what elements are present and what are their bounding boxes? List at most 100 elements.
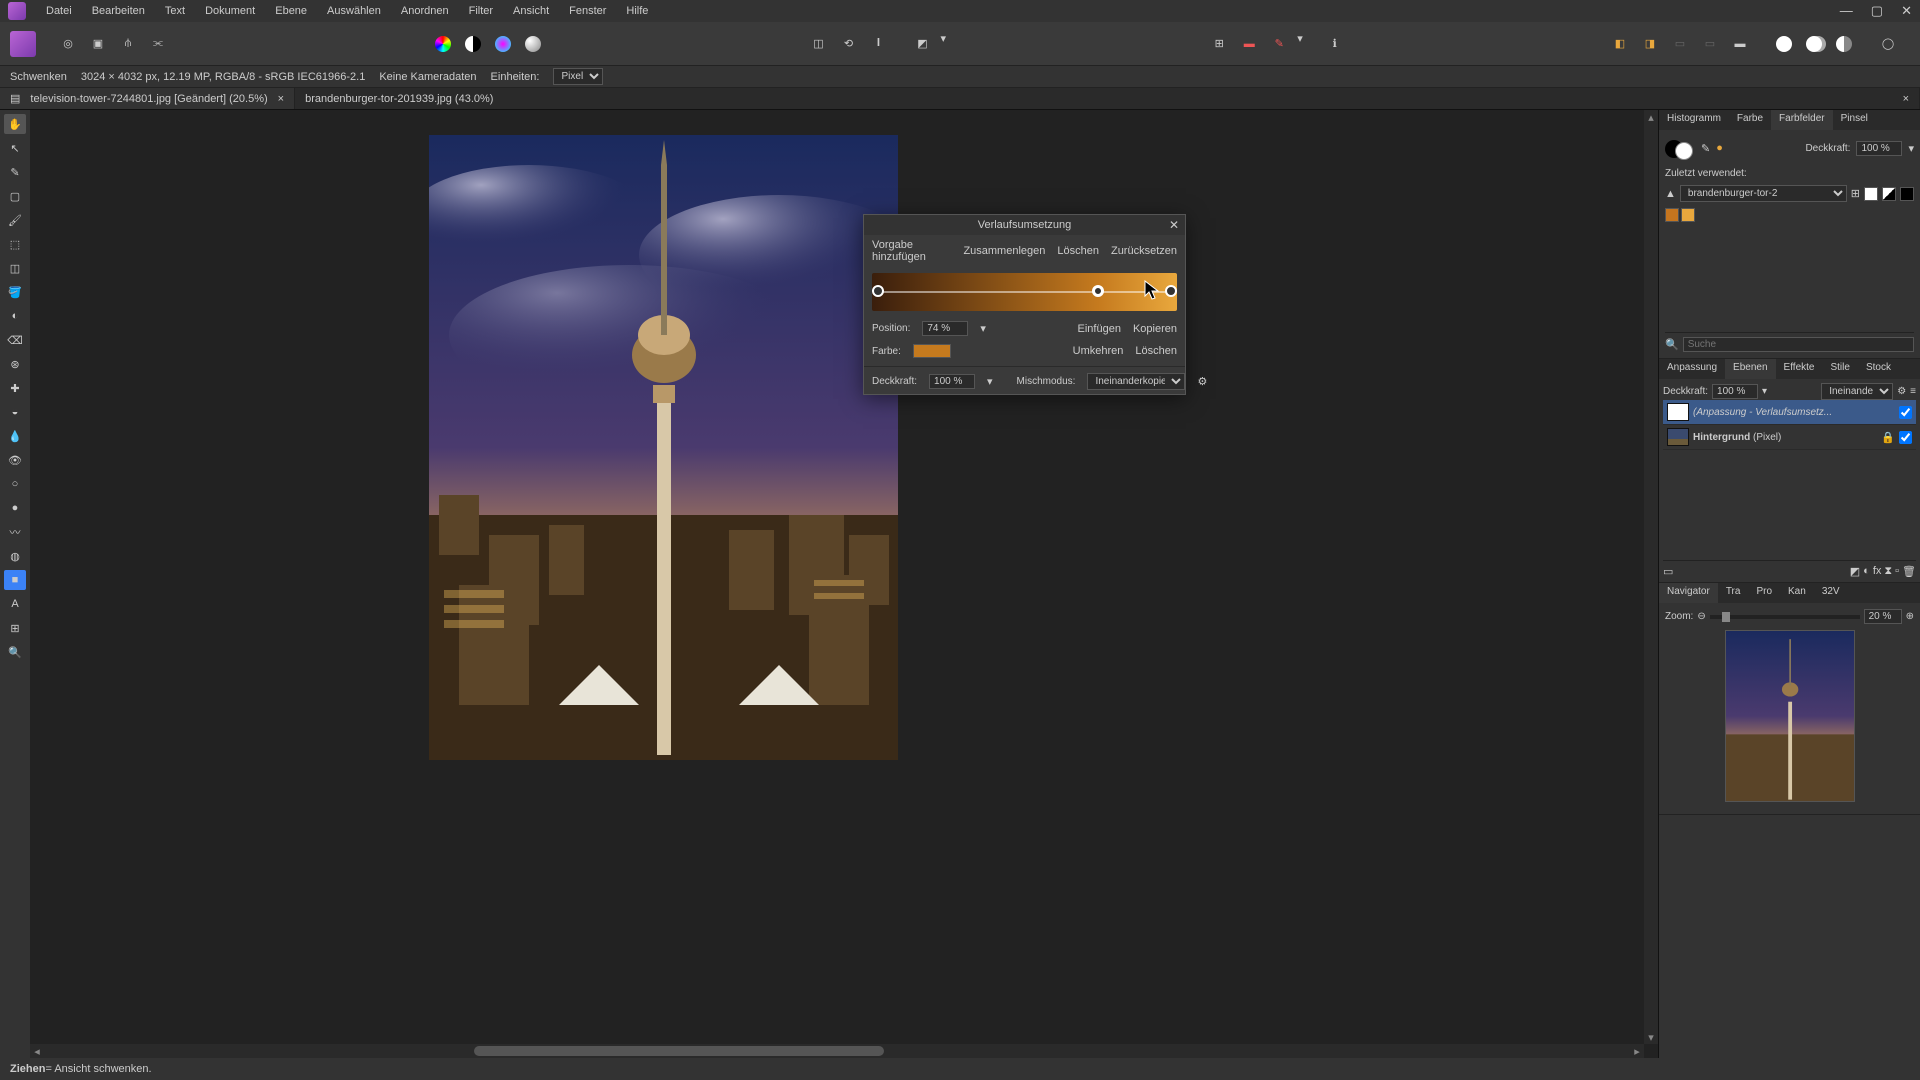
dodge-tool-icon[interactable]: ○: [4, 474, 26, 494]
minimize-icon[interactable]: —: [1840, 3, 1853, 19]
dropdown-icon[interactable]: ▾: [987, 375, 993, 388]
swatch-item[interactable]: [1665, 208, 1679, 222]
layer-group-icon[interactable]: ▭: [1663, 565, 1673, 578]
menu-text[interactable]: Text: [155, 5, 195, 17]
dialog-titlebar[interactable]: Verlaufsumsetzung ✕: [864, 215, 1185, 235]
dropdown-icon[interactable]: ▾: [1908, 142, 1914, 155]
info-icon[interactable]: ℹ: [1323, 32, 1347, 56]
layer-adjustment-gradient[interactable]: (Anpassung - Verlaufsumsetz...: [1663, 400, 1916, 425]
cube-icon[interactable]: ▣: [86, 32, 110, 56]
clone-tool-icon[interactable]: ⊛: [4, 354, 26, 374]
delete-button[interactable]: Löschen: [1057, 245, 1099, 257]
tab-channels[interactable]: Kan: [1780, 583, 1814, 603]
dropdown-icon[interactable]: ▾: [980, 322, 986, 335]
gradient-map-dialog[interactable]: Verlaufsumsetzung ✕ Vorgabe hinzufügen Z…: [863, 214, 1186, 395]
dialog-opacity-input[interactable]: [929, 374, 975, 389]
gear-icon[interactable]: ⚙: [1197, 375, 1207, 388]
insert-button[interactable]: Einfügen: [1078, 323, 1121, 335]
swatch-item[interactable]: [1681, 208, 1695, 222]
copy-button[interactable]: Kopieren: [1133, 323, 1177, 335]
layer-visible-checkbox[interactable]: [1899, 431, 1912, 444]
sphere-icon[interactable]: [521, 32, 545, 56]
gradient-editor[interactable]: [872, 273, 1177, 311]
tab-histogramm[interactable]: Histogramm: [1659, 110, 1729, 130]
gear-icon[interactable]: ⚙: [1897, 386, 1906, 397]
tab-transform[interactable]: Tra: [1718, 583, 1749, 603]
mesh-tool-icon[interactable]: ⊞: [4, 618, 26, 638]
hue-icon[interactable]: [491, 32, 515, 56]
scroll-right-icon[interactable]: ▸: [1630, 1044, 1644, 1058]
swatch-black[interactable]: [1900, 187, 1914, 201]
tab-farbe[interactable]: Farbe: [1729, 110, 1771, 130]
crop-tool-icon[interactable]: ▢: [4, 186, 26, 206]
sponge-tool-icon[interactable]: ◍: [4, 546, 26, 566]
merge-button[interactable]: Zusammenlegen: [963, 245, 1045, 257]
tab-close-icon[interactable]: ×: [278, 93, 284, 105]
adjustment-icon[interactable]: ◐: [1863, 565, 1870, 578]
grid-icon[interactable]: ⊞: [1207, 32, 1231, 56]
pan-tool-icon[interactable]: ✋: [4, 114, 26, 134]
swatch-overlap-icon[interactable]: [1802, 32, 1826, 56]
zoom-slider[interactable]: [1710, 615, 1860, 619]
layer-group-icon[interactable]: ▭: [1668, 32, 1692, 56]
text-tool-icon[interactable]: 𝐈: [866, 32, 890, 56]
scroll-left-icon[interactable]: ◂: [30, 1044, 44, 1058]
burn-tool-icon[interactable]: ●: [4, 498, 26, 518]
gradient-tool-icon[interactable]: ◐: [4, 306, 26, 326]
stack-icon[interactable]: ▬: [1237, 32, 1261, 56]
menu-filter[interactable]: Filter: [459, 5, 503, 17]
menu-auswaehlen[interactable]: Auswählen: [317, 5, 391, 17]
color-chips-icon[interactable]: [1665, 136, 1695, 160]
add-layer-icon[interactable]: ▫: [1895, 565, 1899, 578]
tab-brandenburger[interactable]: brandenburger-tor-201939.jpg (43.0%) ×: [295, 88, 1920, 109]
preset-select[interactable]: brandenburger-tor-2: [1680, 185, 1847, 202]
tab-anpassung[interactable]: Anpassung: [1659, 359, 1725, 379]
reverse-button[interactable]: Umkehren: [1073, 345, 1124, 357]
pen-icon[interactable]: ✎: [1267, 32, 1291, 56]
swatch-white[interactable]: [1864, 187, 1878, 201]
layer-menu-icon[interactable]: ▬: [1728, 32, 1752, 56]
swatch-half-icon[interactable]: [1832, 32, 1856, 56]
tab-protocol[interactable]: Pro: [1748, 583, 1780, 603]
selection-tool-icon[interactable]: ⬚: [4, 234, 26, 254]
scroll-up-icon[interactable]: ▴: [1644, 110, 1658, 124]
text-frame-icon[interactable]: A: [4, 594, 26, 614]
dialog-close-icon[interactable]: ✕: [1169, 218, 1179, 232]
layer-dup-icon[interactable]: ▭: [1698, 32, 1722, 56]
shape-tool-icon[interactable]: ■: [4, 570, 26, 590]
lock-icon[interactable]: 🔒: [1881, 431, 1895, 444]
reset-button[interactable]: Zurücksetzen: [1111, 245, 1177, 257]
layer-mask-icon[interactable]: ◨: [1638, 32, 1662, 56]
menu-bearbeiten[interactable]: Bearbeiten: [82, 5, 155, 17]
layer-visible-checkbox[interactable]: [1899, 406, 1912, 419]
share-icon[interactable]: ⫘: [146, 32, 170, 56]
dialog-blend-select[interactable]: Ineinanderkopieren: [1087, 373, 1185, 390]
color-swatch[interactable]: [913, 344, 951, 358]
menu-dokument[interactable]: Dokument: [195, 5, 265, 17]
zoom-tool-icon[interactable]: 🔍: [4, 642, 26, 662]
gradient-stop-end[interactable]: [1165, 285, 1177, 297]
horizontal-scrollbar[interactable]: ◂ ▸: [30, 1044, 1644, 1058]
menu-ansicht[interactable]: Ansicht: [503, 5, 559, 17]
contrast-icon[interactable]: [461, 32, 485, 56]
tab-pinsel[interactable]: Pinsel: [1833, 110, 1876, 130]
menu-anordnen[interactable]: Anordnen: [391, 5, 459, 17]
swatch-white-icon[interactable]: [1772, 32, 1796, 56]
tab-effekte[interactable]: Effekte: [1776, 359, 1823, 379]
position-input[interactable]: [922, 321, 968, 336]
waveform-icon[interactable]: ⫛: [116, 32, 140, 56]
menu-datei[interactable]: Datei: [36, 5, 82, 17]
zoom-input[interactable]: [1864, 609, 1902, 624]
menu-hilfe[interactable]: Hilfe: [616, 5, 658, 17]
delete-stop-button[interactable]: Löschen: [1135, 345, 1177, 357]
scroll-thumb[interactable]: [474, 1046, 884, 1056]
grid-view-icon[interactable]: ⊞: [1851, 187, 1860, 200]
tab-stile[interactable]: Stile: [1822, 359, 1857, 379]
move-tool-icon[interactable]: ↖: [4, 138, 26, 158]
zoom-out-icon[interactable]: ⊖: [1697, 611, 1705, 622]
layer-opacity-input[interactable]: [1712, 384, 1758, 399]
dropdown-icon[interactable]: ▾: [940, 32, 946, 56]
tab-close-icon[interactable]: ×: [1903, 93, 1909, 105]
erase-tool-icon[interactable]: ⌫: [4, 330, 26, 350]
tab-television-tower[interactable]: ▤ television-tower-7244801.jpg [Geändert…: [0, 88, 295, 109]
